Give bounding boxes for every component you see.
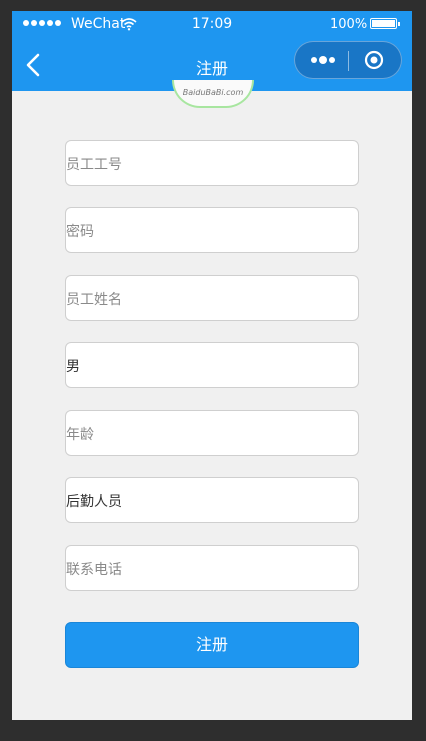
register-button[interactable]: 注册 — [65, 622, 359, 668]
battery-percent: 100% — [330, 17, 368, 32]
close-miniprogram-icon[interactable] — [364, 50, 384, 70]
logo: BaiduBaBi.com — [172, 80, 254, 108]
name-placeholder: 员工姓名 — [66, 292, 122, 308]
capsule-divider — [348, 51, 349, 71]
password-placeholder: 密码 — [66, 224, 94, 240]
status-bar: WeChat 17:09 100% — [12, 11, 412, 39]
phone-placeholder: 联系电话 — [66, 562, 122, 578]
more-dots-icon[interactable] — [309, 53, 337, 67]
age-input[interactable]: 年龄 — [65, 410, 359, 456]
miniprogram-capsule — [294, 41, 402, 79]
age-placeholder: 年龄 — [66, 427, 94, 443]
role-picker[interactable]: 后勤人员 — [65, 477, 359, 523]
employee-id-input[interactable]: 员工工号 — [65, 140, 359, 186]
battery-icon — [370, 18, 400, 29]
phone-input[interactable]: 联系电话 — [65, 545, 359, 591]
phone-screen: WeChat 17:09 100% 注册 BaiduBaBi.com 员工工号 … — [12, 11, 412, 720]
gender-picker[interactable]: 男 — [65, 342, 359, 388]
role-value: 后勤人员 — [66, 494, 122, 510]
password-input[interactable]: 密码 — [65, 207, 359, 253]
employee-id-placeholder: 员工工号 — [66, 157, 122, 173]
gender-value: 男 — [66, 359, 80, 375]
logo-text: BaiduBaBi.com — [182, 88, 244, 97]
name-input[interactable]: 员工姓名 — [65, 275, 359, 321]
